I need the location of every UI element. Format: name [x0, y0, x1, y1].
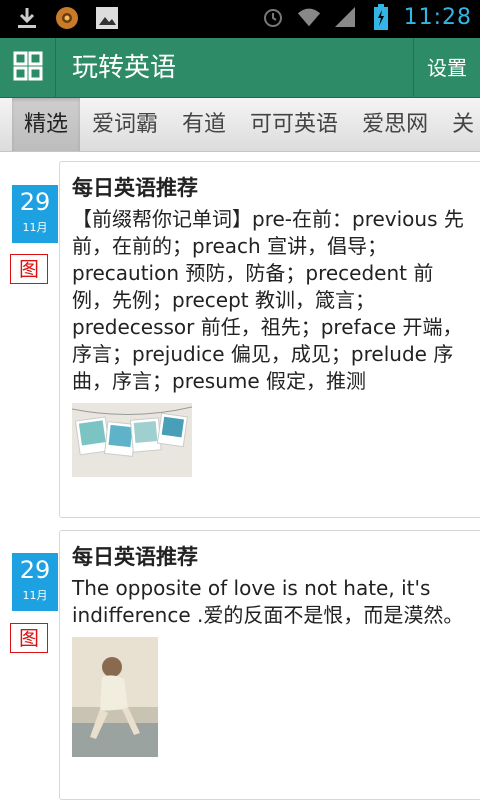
date-badge: 29 11月	[12, 185, 58, 243]
tab-iciba[interactable]: 爱词霸	[80, 98, 170, 151]
girl-by-water-image[interactable]	[72, 637, 469, 761]
tab-more[interactable]: 关	[440, 98, 480, 151]
date-month: 11月	[22, 589, 48, 602]
tab-jingxuan[interactable]: 精选	[12, 98, 81, 151]
app-title: 玩转英语	[72, 53, 177, 83]
app-icon	[54, 5, 80, 31]
date-month: 11月	[22, 221, 48, 234]
date-badge: 29 11月	[12, 553, 58, 611]
grid-menu-button[interactable]	[0, 38, 56, 98]
post-card[interactable]: 每日英语推荐 【前缀帮你记单词】pre-在前：previous 先前，在前的；p…	[59, 161, 480, 518]
post-body: The opposite of love is not hate, it's i…	[72, 576, 464, 627]
tab-youdao[interactable]: 有道	[170, 98, 238, 151]
date-day: 29	[19, 556, 51, 584]
download-icon	[14, 5, 40, 31]
post-body: 【前缀帮你记单词】pre-在前：previous 先前，在前的；preach 宣…	[72, 207, 464, 393]
tab-24en[interactable]: 爱思网	[350, 98, 440, 151]
alarm-icon	[260, 4, 286, 30]
settings-button[interactable]: 设置	[413, 38, 480, 98]
grid-icon	[13, 51, 43, 85]
tab-kekenglish[interactable]: 可可英语	[238, 98, 350, 151]
polaroid-photos-image[interactable]	[71, 403, 469, 481]
date-day: 29	[19, 188, 51, 216]
image-tag: 图	[10, 623, 48, 653]
signal-icon	[332, 4, 358, 30]
category-tabs: 精选 爱词霸 有道 可可英语 爱思网 关	[0, 98, 480, 152]
status-time: 11:28	[403, 4, 472, 30]
status-bar: 11:28	[0, 0, 480, 38]
wifi-icon	[296, 4, 322, 30]
post-title: 每日英语推荐	[72, 176, 198, 200]
app-bar: 玩转英语 设置	[0, 38, 480, 98]
image-icon	[94, 5, 120, 31]
image-tag: 图	[10, 254, 48, 284]
post-card[interactable]: 每日英语推荐 The opposite of love is not hate,…	[59, 530, 480, 800]
post-title: 每日英语推荐	[72, 545, 198, 569]
battery-icon	[368, 4, 394, 30]
feed-list: 29 11月 图 每日英语推荐 【前缀帮你记单词】pre-在前：previous…	[0, 152, 480, 800]
